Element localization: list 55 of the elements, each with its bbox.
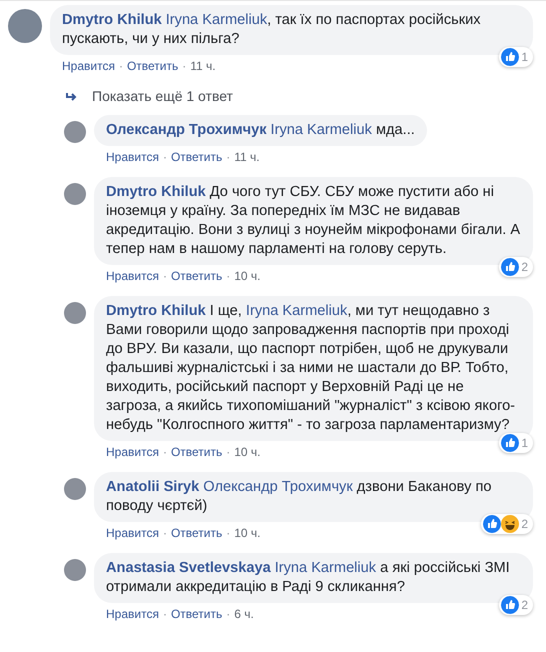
reaction-count: 1	[521, 435, 528, 452]
reply-arrow-icon	[66, 92, 78, 102]
avatar-photo	[64, 302, 86, 324]
comment-time: 11 ч.	[234, 149, 260, 165]
comment-text: Олександр Трохимчук Iryna Karmeliuk мда...	[106, 121, 415, 140]
reaction-count: 2	[521, 259, 528, 276]
separator-dot: ·	[181, 58, 188, 74]
separator-dot: ·	[225, 149, 232, 165]
comment-text: Anastasia Svetlevskaya Iryna Karmeliuk а які россійські ЗМІ отримали аккредитацію в Раді 9 скликання?	[106, 559, 511, 597]
separator-dot: ·	[162, 268, 168, 284]
reaction-count: 1	[521, 49, 528, 66]
avatar-photo	[8, 9, 42, 43]
comment-text: Dmytro Khiluk Iryna Karmeliuk, так їх по паспортах російських пускають, чи у них пільга?	[62, 11, 482, 49]
reaction-count: 2	[521, 597, 528, 614]
comment-time: 10 ч.	[234, 268, 261, 284]
separator-dot: ·	[225, 606, 232, 622]
thumbs-up-icon	[501, 596, 520, 614]
reply-link[interactable]: Ответить	[170, 268, 222, 284]
comment-text: Anatolii Siryk Олександр Трохимчук дзвони Баканову по поводу чєртєй)	[106, 478, 492, 516]
thumbs-up-icon	[501, 48, 520, 66]
comment-time: 10 ч.	[234, 525, 261, 541]
show-more-replies-link[interactable]: Показать ещё 1 ответ	[66, 86, 233, 107]
reply-link[interactable]: Ответить	[170, 525, 222, 541]
comment-text: Dmytro Khiluk До чого тут СБУ. СБУ може пустити або ні іноземця у країну. За попередніх їм МЗС не видавав акредитацію. Вони з вулиці з ноунейм мікрофонами бігали. А тепер нам в нашому парламенті на голову серуть.	[106, 183, 521, 259]
comment-time: 6 ч.	[234, 606, 254, 622]
like-link[interactable]: Нравится	[106, 606, 159, 622]
separator-dot: ·	[118, 58, 124, 74]
reply-link[interactable]: Ответить	[170, 444, 222, 460]
avatar-photo	[64, 478, 86, 500]
separator-dot: ·	[162, 525, 168, 541]
avatar-photo	[64, 183, 86, 205]
reply-link[interactable]: Ответить	[170, 606, 222, 622]
laughing-face-icon	[501, 515, 520, 533]
comment-time: 11 ч.	[190, 58, 216, 74]
thumbs-up-icon	[501, 258, 520, 276]
separator-dot: ·	[162, 149, 168, 165]
like-link[interactable]: Нравится	[106, 268, 159, 284]
separator-dot: ·	[162, 444, 168, 460]
avatar-photo	[64, 559, 86, 581]
separator-dot: ·	[225, 268, 232, 284]
separator-dot: ·	[225, 525, 232, 541]
reply-link[interactable]: Ответить	[170, 149, 222, 165]
like-link[interactable]: Нравится	[106, 525, 159, 541]
comment-time: 10 ч.	[234, 444, 261, 460]
separator-dot: ·	[225, 444, 232, 460]
like-link[interactable]: Нравится	[106, 444, 159, 460]
reaction-count: 2	[521, 516, 528, 533]
reply-link[interactable]: Ответить	[126, 58, 178, 74]
like-link[interactable]: Нравится	[106, 149, 159, 165]
thumbs-up-icon	[483, 515, 502, 533]
separator-dot: ·	[162, 606, 168, 622]
thumbs-up-icon	[501, 434, 520, 452]
avatar-photo	[64, 121, 86, 143]
like-link[interactable]: Нравится	[62, 58, 115, 74]
comment-text: Dmytro Khiluk І ще, Iryna Karmeliuk, ми тут нещодавно з Вами говорили щодо запровадження паспортів при проході до ВРУ. Ви казали, що паспорт потрібен, щоб не друкували фальшиві журналістські і за ними не шастали до ВР. Тобто, виходить, російський паспорт у Верховній Раді це не загроза, а якийсь тихопомішаний "журналіст" з ксівою якого-небудь "Колгоспного життя" - то загроза парламентаризму?	[106, 302, 516, 435]
